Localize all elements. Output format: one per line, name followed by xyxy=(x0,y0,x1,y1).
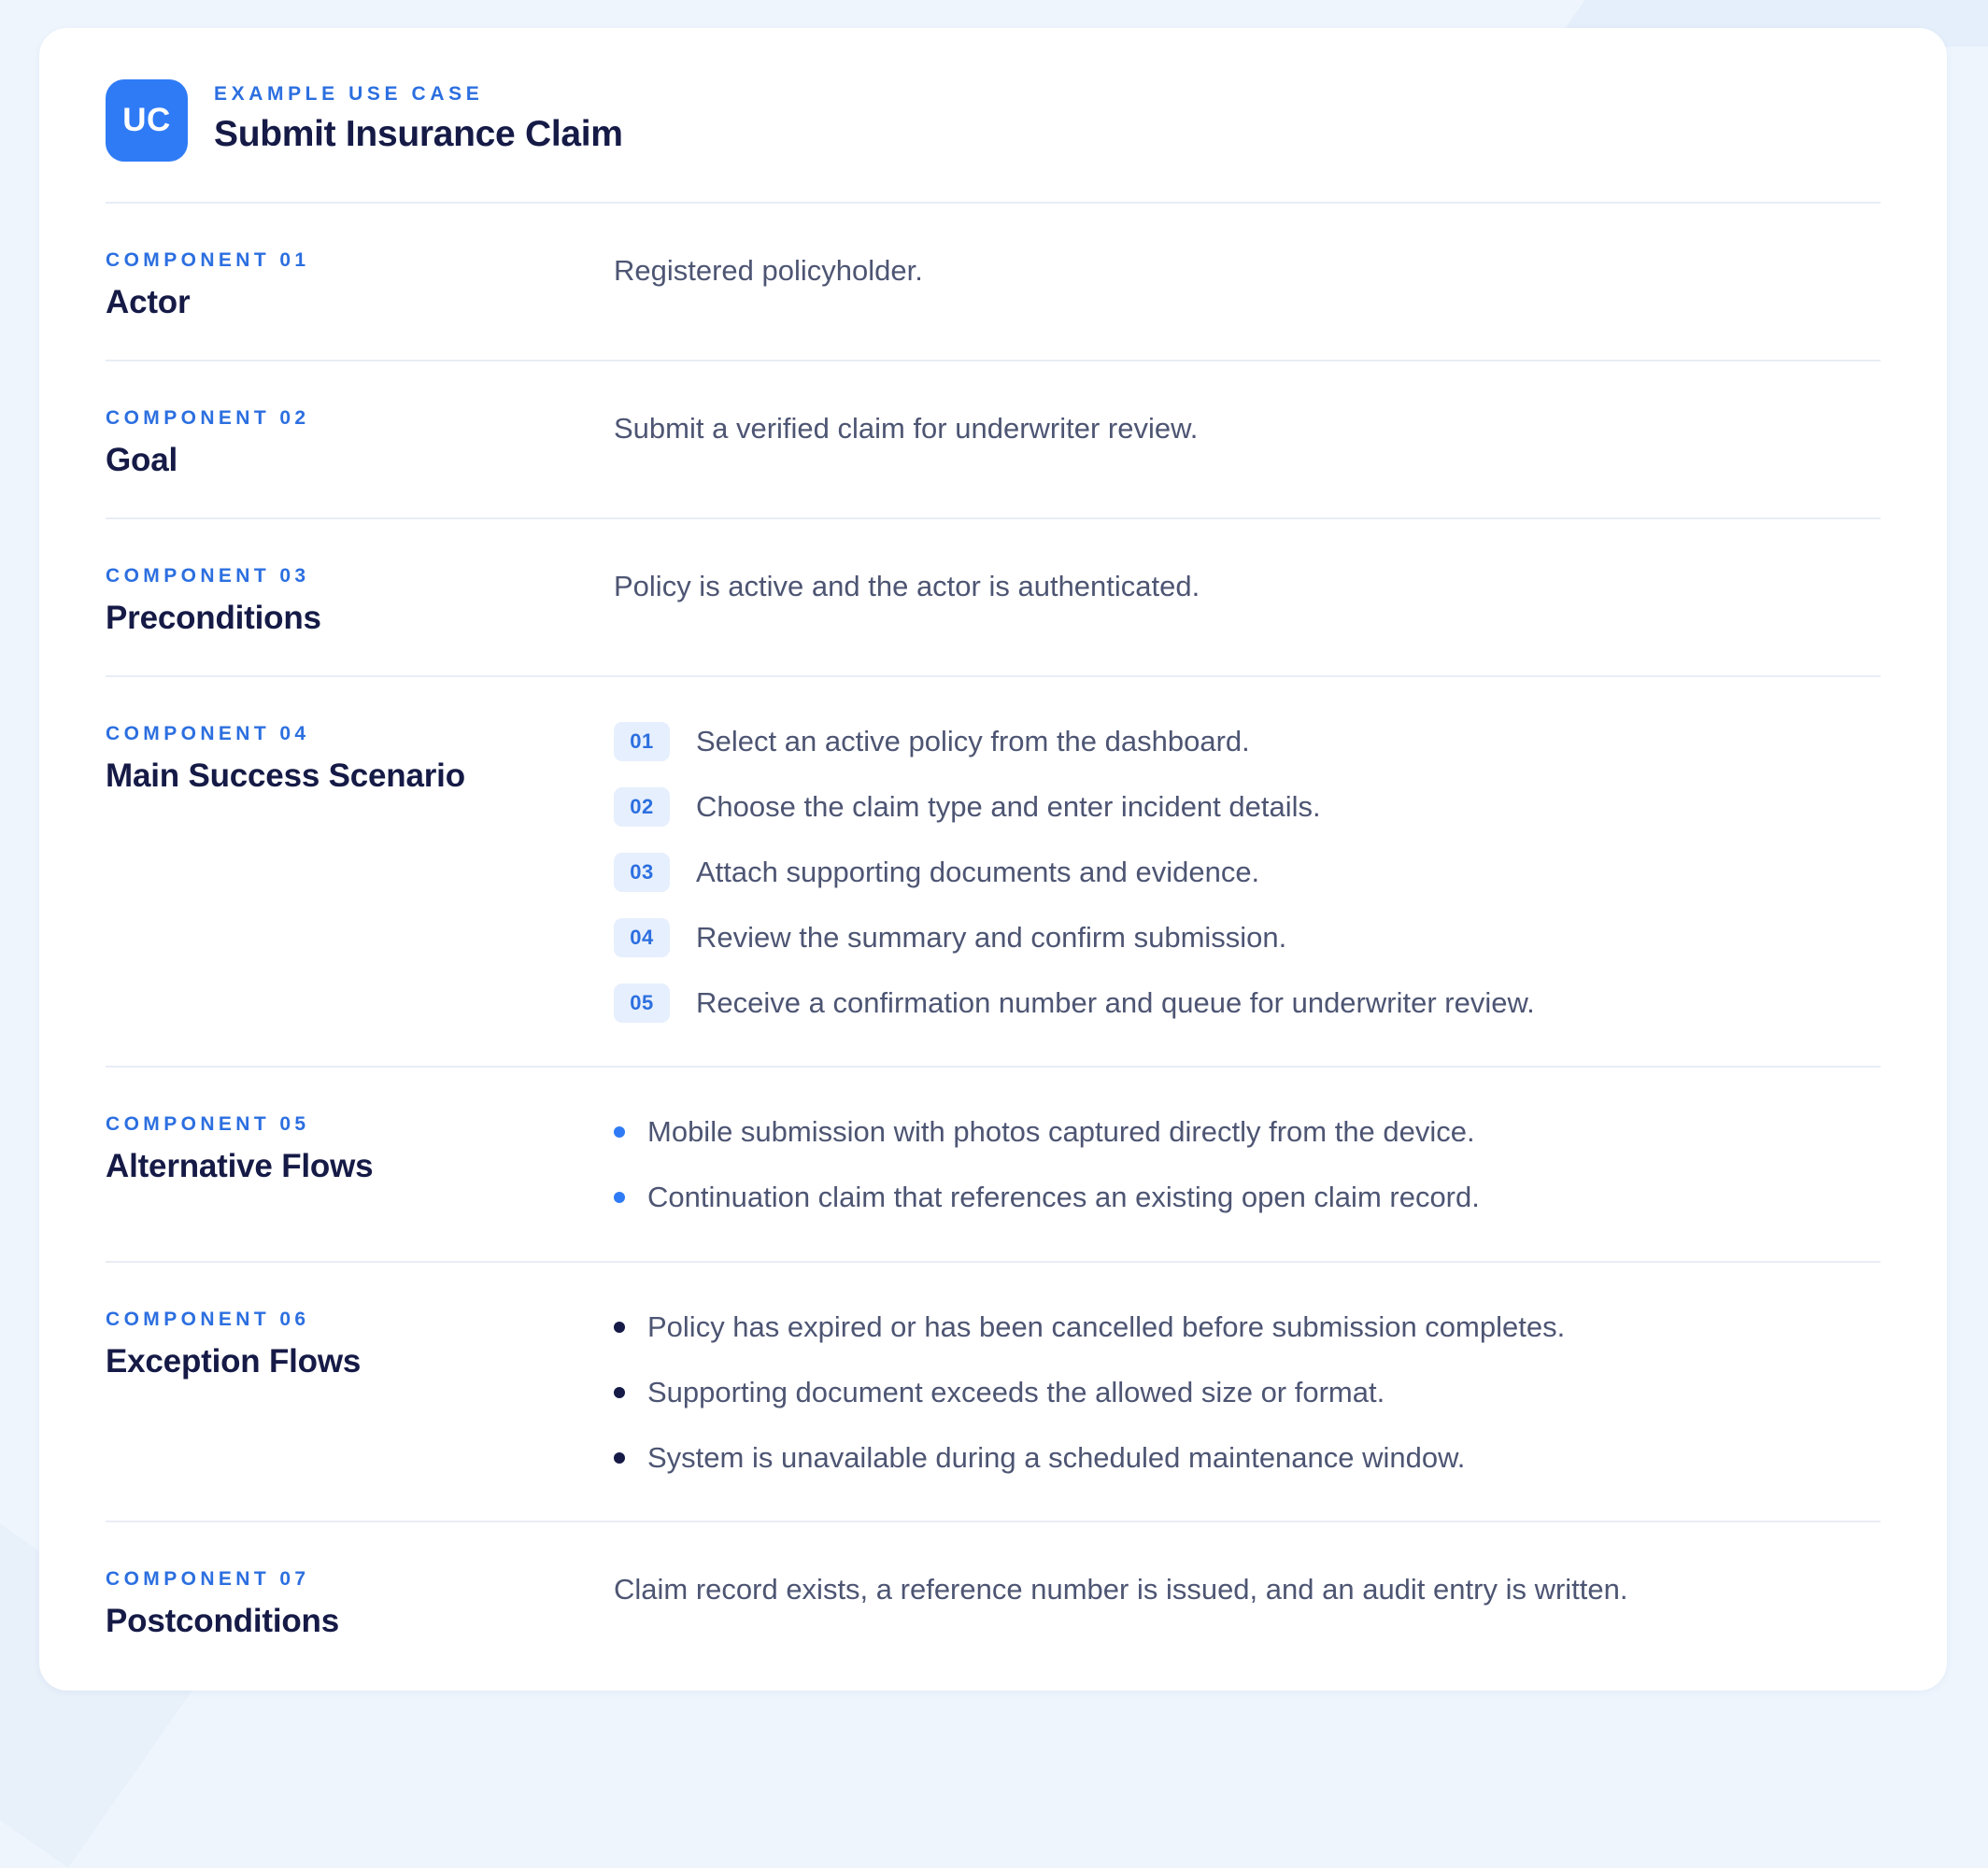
exception-flow-list: Policy has expired or has been cancelled… xyxy=(614,1308,1881,1478)
component-list: COMPONENT 01 Actor Registered policyhold… xyxy=(106,202,1881,1679)
component-name: Postconditions xyxy=(106,1603,339,1639)
component-text: Policy is active and the actor is authen… xyxy=(614,570,1200,602)
step-number-badge: 01 xyxy=(614,722,670,761)
component-row-main-success-scenario: COMPONENT 04 Main Success Scenario 01 Se… xyxy=(106,675,1881,1066)
component-name: Alternative Flows xyxy=(106,1148,374,1184)
scenario-step: 01 Select an active policy from the dash… xyxy=(614,722,1881,761)
component-label-group: COMPONENT 04 Main Success Scenario xyxy=(106,677,614,797)
component-number: COMPONENT 03 xyxy=(106,565,310,587)
component-name: Exception Flows xyxy=(106,1343,362,1380)
use-case-card: UC EXAMPLE USE CASE Submit Insurance Cla… xyxy=(39,28,1947,1691)
component-name: Goal xyxy=(106,442,178,478)
list-item-text: System is unavailable during a scheduled… xyxy=(647,1441,1466,1474)
scenario-step: 02 Choose the claim type and enter incid… xyxy=(614,787,1881,827)
component-content: Policy is active and the actor is authen… xyxy=(614,519,1881,605)
page-title: Submit Insurance Claim xyxy=(214,114,623,154)
list-item-text: Mobile submission with photos captured d… xyxy=(647,1115,1475,1148)
component-label-group: COMPONENT 03 Preconditions xyxy=(106,519,614,639)
component-number: COMPONENT 01 xyxy=(106,249,310,271)
list-item: Supporting document exceeds the allowed … xyxy=(614,1373,1881,1412)
card-header: UC EXAMPLE USE CASE Submit Insurance Cla… xyxy=(106,79,623,162)
component-text: Claim record exists, a reference number … xyxy=(614,1573,1628,1606)
component-label-group: COMPONENT 05 Alternative Flows xyxy=(106,1068,614,1187)
list-item: Policy has expired or has been cancelled… xyxy=(614,1308,1881,1347)
component-label-group: COMPONENT 07 Postconditions xyxy=(106,1522,614,1642)
scenario-step: 03 Attach supporting documents and evide… xyxy=(614,853,1881,892)
header-text: EXAMPLE USE CASE Submit Insurance Claim xyxy=(214,82,623,159)
component-name: Preconditions xyxy=(106,600,321,636)
component-number: COMPONENT 07 xyxy=(106,1568,310,1590)
list-item: Mobile submission with photos captured d… xyxy=(614,1112,1881,1152)
component-name: Main Success Scenario xyxy=(106,757,465,794)
list-item-text: Continuation claim that references an ex… xyxy=(647,1181,1480,1213)
component-label-group: COMPONENT 01 Actor xyxy=(106,204,614,323)
list-item-text: Policy has expired or has been cancelled… xyxy=(647,1310,1566,1343)
scenario-step: 05 Receive a confirmation number and que… xyxy=(614,984,1881,1023)
component-name: Actor xyxy=(106,284,191,320)
component-label-group: COMPONENT 06 Exception Flows xyxy=(106,1263,614,1382)
step-text: Receive a confirmation number and queue … xyxy=(696,986,1535,1019)
alternative-flow-list: Mobile submission with photos captured d… xyxy=(614,1112,1881,1217)
component-content: Submit a verified claim for underwriter … xyxy=(614,361,1881,447)
component-row-alternative-flows: COMPONENT 05 Alternative Flows Mobile su… xyxy=(106,1066,1881,1261)
bullet-dot-icon xyxy=(614,1192,625,1203)
uc-badge-icon: UC xyxy=(106,79,188,162)
step-text: Select an active policy from the dashboa… xyxy=(696,725,1250,757)
scenario-step: 04 Review the summary and confirm submis… xyxy=(614,918,1881,957)
list-item-text: Supporting document exceeds the allowed … xyxy=(647,1376,1385,1408)
component-row-postconditions: COMPONENT 07 Postconditions Claim record… xyxy=(106,1521,1881,1679)
component-number: COMPONENT 02 xyxy=(106,407,310,429)
component-number: COMPONENT 05 xyxy=(106,1113,310,1135)
component-text: Registered policyholder. xyxy=(614,254,923,287)
step-text: Attach supporting documents and evidence… xyxy=(696,856,1260,888)
list-item: Continuation claim that references an ex… xyxy=(614,1178,1881,1217)
step-number-badge: 05 xyxy=(614,984,670,1023)
component-row-actor: COMPONENT 01 Actor Registered policyhold… xyxy=(106,202,1881,360)
component-number: COMPONENT 06 xyxy=(106,1309,310,1330)
scenario-steps: 01 Select an active policy from the dash… xyxy=(614,722,1881,1023)
step-number-badge: 04 xyxy=(614,918,670,957)
component-text: Submit a verified claim for underwriter … xyxy=(614,412,1199,445)
step-text: Choose the claim type and enter incident… xyxy=(696,790,1321,823)
bullet-dot-icon xyxy=(614,1387,625,1398)
component-content: Mobile submission with photos captured d… xyxy=(614,1068,1881,1217)
list-item: System is unavailable during a scheduled… xyxy=(614,1438,1881,1478)
component-content: Policy has expired or has been cancelled… xyxy=(614,1263,1881,1478)
bullet-dot-icon xyxy=(614,1322,625,1333)
step-number-badge: 02 xyxy=(614,787,670,827)
component-row-preconditions: COMPONENT 03 Preconditions Policy is act… xyxy=(106,517,1881,675)
component-row-exception-flows: COMPONENT 06 Exception Flows Policy has … xyxy=(106,1261,1881,1521)
bullet-dot-icon xyxy=(614,1452,625,1464)
bullet-dot-icon xyxy=(614,1126,625,1138)
component-content: 01 Select an active policy from the dash… xyxy=(614,677,1881,1023)
component-number: COMPONENT 04 xyxy=(106,723,310,744)
component-content: Claim record exists, a reference number … xyxy=(614,1522,1881,1608)
component-label-group: COMPONENT 02 Goal xyxy=(106,361,614,481)
eyebrow-label: EXAMPLE USE CASE xyxy=(214,83,484,105)
component-content: Registered policyholder. xyxy=(614,204,1881,290)
step-text: Review the summary and confirm submissio… xyxy=(696,921,1287,954)
component-row-goal: COMPONENT 02 Goal Submit a verified clai… xyxy=(106,360,1881,517)
step-number-badge: 03 xyxy=(614,853,670,892)
